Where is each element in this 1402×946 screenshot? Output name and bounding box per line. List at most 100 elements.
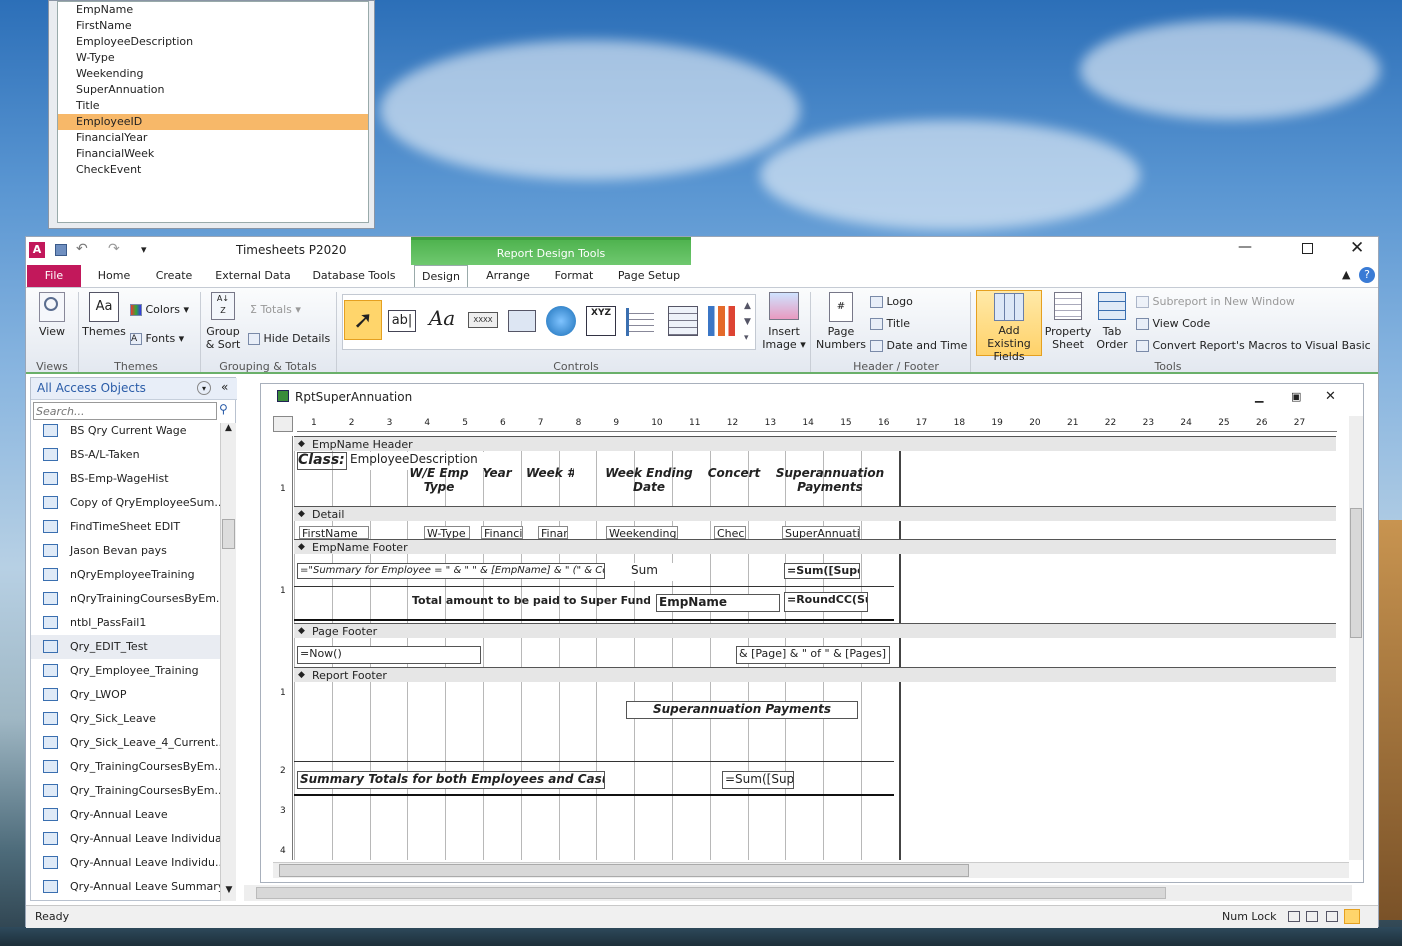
report-hscrollbar[interactable]	[273, 862, 1349, 878]
property-sheet-button[interactable]: Property Sheet	[1044, 292, 1092, 351]
report-hscroll-thumb[interactable]	[279, 864, 969, 877]
summary-totals-label[interactable]: Summary Totals for both Employees and Ca…	[297, 771, 605, 789]
nav-item[interactable]: Qry_TrainingCoursesByEm...	[31, 755, 221, 779]
chart-control-icon[interactable]	[708, 306, 738, 336]
section-report-footer[interactable]: ◆ Report Footer	[294, 667, 1336, 682]
select-arrow-icon[interactable]: ➚	[344, 300, 382, 340]
tab-format[interactable]: Format	[548, 265, 600, 287]
subreport-new-window-button[interactable]: Subreport in New Window	[1136, 295, 1356, 308]
nav-item[interactable]: Qry_Employee_Training	[31, 659, 221, 683]
logo-button[interactable]: Logo	[870, 295, 950, 308]
nav-item[interactable]: Qry-Annual Leave	[31, 803, 221, 827]
week-label[interactable]: Week #	[526, 466, 574, 482]
design-canvas[interactable]: ◆ EmpName Header ◆ Detail ◆ EmpName Footer ◆ Pa…	[294, 436, 1336, 860]
weekending-field[interactable]: Weekending	[606, 526, 678, 539]
help-icon[interactable]: ?	[1359, 267, 1375, 283]
group-sort-button[interactable]: A↓ Z Group & Sort	[204, 292, 242, 351]
tab-home[interactable]: Home	[88, 265, 140, 287]
gallery-scroll-icon[interactable]: ▲ ▼ ▾	[744, 298, 751, 346]
report-scroll-thumb[interactable]	[1350, 508, 1362, 638]
count-sum-field[interactable]: Sum	[629, 563, 673, 581]
field-list-item[interactable]: FirstName	[58, 18, 368, 34]
field-list-item[interactable]: EmployeeID	[58, 114, 368, 130]
textbox-control-icon[interactable]: ab|	[388, 310, 416, 332]
field-list-item[interactable]: Title	[58, 98, 368, 114]
we-emp-type-label[interactable]: W/E Emp Type	[404, 466, 474, 496]
section-empname-footer[interactable]: ◆ EmpName Footer	[294, 539, 1336, 554]
tab-page-setup[interactable]: Page Setup	[612, 265, 686, 287]
nav-item[interactable]: FindTimeSheet EDIT	[31, 515, 221, 539]
print-preview-icon[interactable]	[1326, 911, 1338, 922]
hide-details-button[interactable]: Hide Details	[248, 332, 332, 345]
wtype-field[interactable]: W-Type	[424, 526, 470, 539]
field-list-item[interactable]: Weekending	[58, 66, 368, 82]
nav-item[interactable]: BS-Emp-WageHist	[31, 467, 221, 491]
superannuatio-field[interactable]: SuperAnnuatio	[782, 526, 860, 539]
nav-menu-icon[interactable]: ▾	[197, 381, 211, 395]
section-detail[interactable]: ◆ Detail	[294, 506, 1336, 521]
super-payments-label[interactable]: Superannuation Payments	[770, 466, 890, 496]
add-existing-fields-button[interactable]: Add Existing Fields	[976, 290, 1042, 363]
nav-item[interactable]: Qry_Sick_Leave	[31, 707, 221, 731]
finar-field[interactable]: Finar	[538, 526, 568, 539]
navigation-control-icon[interactable]	[626, 308, 654, 336]
field-list-item[interactable]: SuperAnnuation	[58, 82, 368, 98]
button-control-icon[interactable]: XXXX	[468, 312, 498, 328]
financi-field[interactable]: Financi	[481, 526, 523, 539]
colors-button[interactable]: Colors ▾	[130, 303, 194, 316]
fonts-button[interactable]: A Fonts ▾	[130, 332, 194, 345]
total-paid-label[interactable]: Total amount to be paid to Super Fund fo…	[410, 594, 650, 610]
nav-item[interactable]: nQryTrainingCoursesByEm...	[31, 587, 221, 611]
nav-scroll-thumb[interactable]	[222, 519, 235, 549]
nav-item[interactable]: Jason Bevan pays	[31, 539, 221, 563]
view-button[interactable]: View	[34, 292, 70, 338]
section-empname-header[interactable]: ◆ EmpName Header	[294, 436, 1336, 451]
section-page-footer[interactable]: ◆ Page Footer	[294, 623, 1336, 638]
tab-design[interactable]: Design	[414, 265, 468, 287]
page-count-field[interactable]: & [Page] & " of " & [Pages]	[736, 646, 890, 664]
nav-item[interactable]: Qry_TrainingCoursesByEm...	[31, 779, 221, 803]
tab-file[interactable]: File	[27, 265, 81, 287]
design-view-icon[interactable]	[1344, 909, 1360, 924]
report-width-edge[interactable]	[899, 436, 901, 860]
nav-search-icon[interactable]: ⚲	[219, 402, 228, 416]
tab-database-tools[interactable]: Database Tools	[306, 265, 402, 287]
tab-order-button[interactable]: Tab Order	[1094, 292, 1130, 351]
web-browser-control-icon[interactable]: XYZ	[586, 306, 616, 336]
field-list-item[interactable]: CheckEvent	[58, 162, 368, 178]
main-hscroll-thumb[interactable]	[256, 887, 1166, 899]
week-ending-label[interactable]: Week Ending Date	[594, 466, 704, 496]
layout-view-icon[interactable]	[1306, 911, 1318, 922]
nav-collapse-icon[interactable]: «	[221, 380, 228, 394]
report-close-button[interactable]: ✕	[1325, 389, 1336, 404]
convert-macros-button[interactable]: Convert Report's Macros to Visual Basic	[1136, 339, 1372, 352]
sum-super-field[interactable]: =Sum([Super	[784, 563, 860, 579]
empname-field[interactable]: EmpName	[656, 594, 780, 612]
class-label[interactable]: Class:	[297, 452, 347, 470]
nav-item[interactable]: nQryEmployeeTraining	[31, 563, 221, 587]
collapse-ribbon-icon[interactable]: ▲	[1342, 268, 1350, 281]
report-minimize-button[interactable]: ▁	[1255, 390, 1263, 403]
field-list-item[interactable]: EmployeeDescription	[58, 34, 368, 50]
insert-image-button[interactable]: Insert Image ▾	[762, 292, 806, 351]
access-app-icon[interactable]: A	[29, 242, 45, 258]
nav-item[interactable]: Qry-Annual Leave Individu...	[31, 851, 221, 875]
themes-button[interactable]: Aa Themes	[82, 292, 126, 338]
nav-item[interactable]: BS-A/L-Taken	[31, 443, 221, 467]
sum-sup-field[interactable]: =Sum([Sup	[722, 771, 794, 789]
nav-item[interactable]: Copy of QryEmployeeSum...	[31, 491, 221, 515]
label-control-icon[interactable]: Aa	[426, 306, 458, 332]
date-time-button[interactable]: Date and Time	[870, 339, 970, 352]
view-code-button[interactable]: View Code	[1136, 317, 1356, 330]
tab-arrange[interactable]: Arrange	[480, 265, 536, 287]
year-label[interactable]: Year	[477, 466, 517, 482]
report-super-payments-label[interactable]: Superannuation Payments	[626, 701, 858, 719]
minimize-button[interactable]: —	[1238, 239, 1252, 255]
nav-header[interactable]: All Access Objects ▾ «	[31, 378, 237, 400]
hyperlink-control-icon[interactable]	[546, 306, 576, 336]
nav-item[interactable]: Qry-Annual Leave Individual	[31, 827, 221, 851]
main-hscrollbar[interactable]	[244, 885, 1352, 901]
nav-item[interactable]: Qry-Annual Leave Summary	[31, 875, 221, 899]
save-icon[interactable]	[55, 244, 67, 256]
nav-item[interactable]: Qry_Sick_Leave_4_Current...	[31, 731, 221, 755]
